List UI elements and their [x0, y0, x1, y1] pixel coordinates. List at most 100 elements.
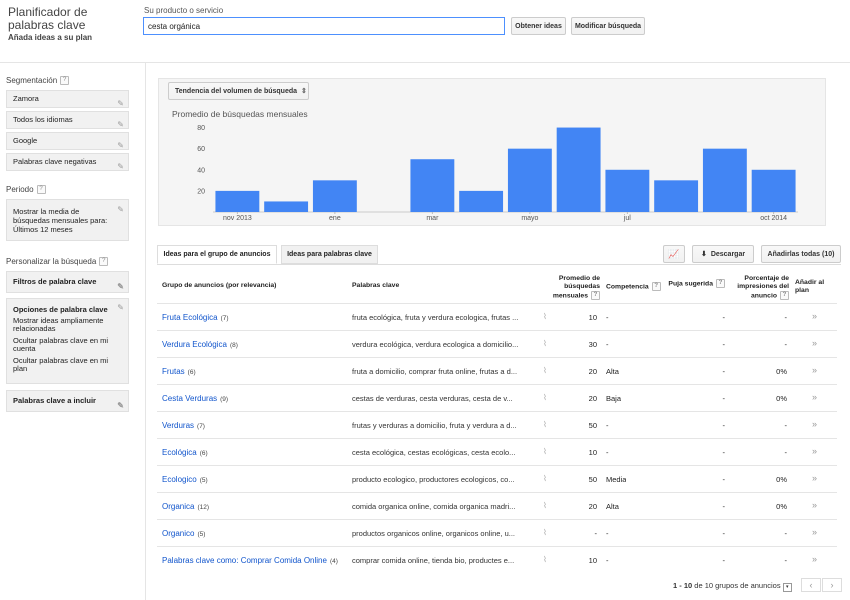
impressions-cell: -: [784, 448, 788, 457]
help-icon[interactable]: ?: [716, 279, 725, 288]
trend-chart-icon[interactable]: ⌇: [543, 420, 547, 429]
competition-cell: -: [606, 340, 609, 349]
chart-bar[interactable]: [556, 127, 601, 212]
header-keywords[interactable]: Palabras clave: [352, 282, 399, 290]
group-link[interactable]: Cesta Verduras: [162, 394, 217, 403]
tab-keyword-ideas[interactable]: Ideas para palabras clave: [281, 245, 378, 264]
header-group[interactable]: Grupo de anuncios (por relevancia): [162, 282, 276, 290]
header-avg-searches[interactable]: Promedio de búsquedas mensuales?: [545, 275, 600, 300]
chart-bar[interactable]: [312, 180, 357, 212]
segment-network[interactable]: Google ✎: [6, 132, 129, 150]
prev-page-button[interactable]: ‹: [801, 578, 821, 592]
add-to-plan-icon[interactable]: »: [812, 527, 817, 537]
chart-bar[interactable]: [264, 201, 309, 212]
segment-location[interactable]: Zamora ✎: [6, 90, 129, 108]
add-to-plan-icon[interactable]: »: [812, 365, 817, 375]
group-cell: Palabras clave como: Comprar Comida Onli…: [162, 556, 338, 565]
group-link[interactable]: Verdura Ecológica: [162, 340, 227, 349]
pencil-icon[interactable]: ✎: [117, 303, 124, 313]
chart-bar[interactable]: [702, 148, 747, 212]
header-bid[interactable]: Puja sugerida?: [660, 279, 725, 288]
competition-cell: Alta: [606, 367, 619, 376]
trend-chart-icon[interactable]: ⌇: [543, 339, 547, 348]
trend-chart-icon[interactable]: ⌇: [543, 312, 547, 321]
group-link[interactable]: Ecologico: [162, 475, 197, 484]
period-label: Periodo: [6, 185, 34, 194]
add-to-plan-icon[interactable]: »: [812, 446, 817, 456]
page-size-dropdown-icon[interactable]: ▾: [782, 583, 792, 592]
trend-chart-icon[interactable]: ⌇: [543, 474, 547, 483]
header-competition-label: Competencia: [606, 283, 649, 291]
chart-type-dropdown[interactable]: Tendencia del volumen de búsqueda ⇕: [168, 82, 309, 100]
help-icon[interactable]: ?: [36, 185, 46, 195]
help-icon[interactable]: ?: [99, 257, 109, 267]
group-link[interactable]: Palabras clave como: Comprar Comida Onli…: [162, 556, 327, 565]
chart-bar[interactable]: [215, 190, 260, 212]
group-link[interactable]: Organica: [162, 502, 194, 511]
trend-chart-icon[interactable]: ⌇: [543, 447, 547, 456]
get-ideas-button[interactable]: Obtener ideas: [511, 17, 566, 35]
pencil-icon[interactable]: ✎: [117, 396, 124, 416]
next-page-button[interactable]: ›: [822, 578, 842, 592]
keyword-options[interactable]: Opciones de palabra clave Mostrar ideas …: [6, 298, 129, 384]
help-icon[interactable]: ?: [780, 291, 789, 300]
sidebar: Segmentación? Zamora ✎ Todos los idiomas ✎…: [0, 63, 146, 600]
group-link[interactable]: Organico: [162, 529, 194, 538]
pencil-icon[interactable]: ✎: [117, 205, 124, 214]
add-all-button[interactable]: Añadirlas todas (10): [761, 245, 841, 263]
download-button[interactable]: ⬇ Descargar: [692, 245, 754, 263]
table-row: Verduras (7) frutas y verduras a domicilio…: [157, 411, 837, 438]
period-setting[interactable]: Mostrar la media de búsquedas mensuales …: [6, 199, 129, 241]
add-to-plan-icon[interactable]: »: [812, 419, 817, 429]
modify-search-button[interactable]: Modificar búsqueda: [571, 17, 645, 35]
add-to-plan-icon[interactable]: »: [812, 338, 817, 348]
chart-toggle-button[interactable]: 📈: [663, 245, 685, 263]
group-count: (7): [220, 315, 229, 322]
trend-chart-icon[interactable]: ⌇: [543, 366, 547, 375]
pencil-icon[interactable]: ✎: [117, 277, 124, 297]
group-link[interactable]: Verduras: [162, 421, 194, 430]
y-tick-label: 60: [197, 146, 205, 153]
help-icon[interactable]: ?: [60, 76, 70, 86]
group-cell: Frutas (6): [162, 367, 196, 376]
pencil-icon[interactable]: ✎: [117, 96, 124, 112]
keywords-to-include[interactable]: Palabras clave a incluir ✎: [6, 390, 129, 412]
add-to-plan-icon[interactable]: »: [812, 392, 817, 402]
pagination-total: de 10 grupos de anuncios: [694, 581, 781, 590]
chart-bar[interactable]: [751, 169, 796, 212]
keywords-cell: comprar comida online, tienda bio, produ…: [352, 556, 515, 565]
chart-bar[interactable]: [654, 180, 699, 212]
option-hide-account: Ocultar palabras clave en mi cuenta: [13, 335, 109, 353]
keyword-filters[interactable]: Filtros de palabra clave ✎: [6, 271, 129, 293]
trend-chart-icon[interactable]: ⌇: [543, 528, 547, 537]
group-link[interactable]: Ecológica: [162, 448, 197, 457]
add-to-plan-icon[interactable]: »: [812, 500, 817, 510]
header-competition[interactable]: Competencia?: [606, 282, 661, 291]
segment-language[interactable]: Todos los idiomas ✎: [6, 111, 129, 129]
trend-chart-icon[interactable]: ⌇: [543, 555, 547, 564]
tab-ad-group-ideas[interactable]: Ideas para el grupo de anuncios: [157, 245, 277, 264]
pencil-icon[interactable]: ✎: [117, 117, 124, 133]
avg-searches-cell: 10: [588, 556, 597, 565]
group-cell: Organica (12): [162, 502, 209, 511]
chart-bar[interactable]: [459, 190, 504, 212]
segment-negative-keywords[interactable]: Palabras clave negativas ✎: [6, 153, 129, 171]
impressions-cell: 0%: [776, 367, 787, 376]
pagination-range: 1 - 10: [673, 581, 693, 590]
header-impressions[interactable]: Porcentaje de impresiones del anuncio?: [731, 275, 789, 300]
add-to-plan-icon[interactable]: »: [812, 311, 817, 321]
pencil-icon[interactable]: ✎: [117, 138, 124, 154]
add-to-plan-icon[interactable]: »: [812, 473, 817, 483]
group-link[interactable]: Frutas: [162, 367, 185, 376]
pencil-icon[interactable]: ✎: [117, 159, 124, 175]
chart-bar[interactable]: [605, 169, 650, 212]
chart-bar[interactable]: [410, 159, 455, 212]
add-to-plan-icon[interactable]: »: [812, 554, 817, 564]
trend-chart-icon[interactable]: ⌇: [543, 501, 547, 510]
group-link[interactable]: Fruta Ecológica: [162, 313, 218, 322]
help-icon[interactable]: ?: [591, 291, 600, 300]
avg-searches-cell: 20: [588, 367, 597, 376]
product-search-input[interactable]: [143, 17, 505, 35]
trend-chart-icon[interactable]: ⌇: [543, 393, 547, 402]
chart-bar[interactable]: [507, 148, 552, 212]
